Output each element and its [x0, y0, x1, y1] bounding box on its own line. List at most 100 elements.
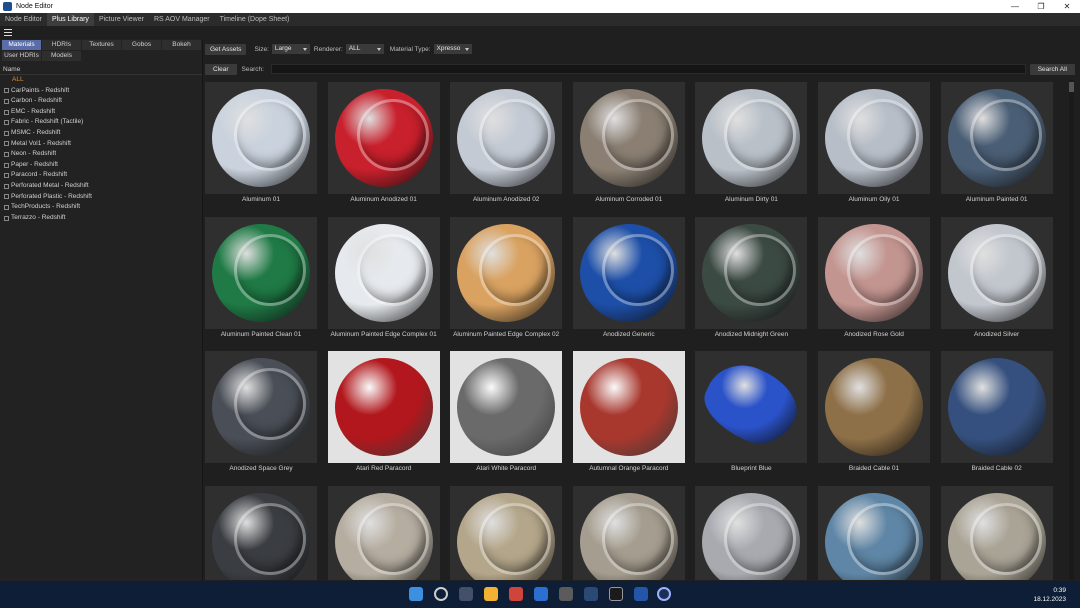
material-thumbnail[interactable]: [572, 216, 685, 329]
list-item[interactable]: Neon - Redshift: [0, 149, 202, 160]
material-thumbnail[interactable]: [450, 351, 563, 463]
list-item[interactable]: EMC - Redshift: [0, 107, 202, 118]
material-card[interactable]: Aluminum Anodized 02: [449, 80, 563, 206]
search-input[interactable]: [270, 64, 1026, 74]
expand-plus-icon[interactable]: [4, 215, 9, 221]
material-card[interactable]: Braided Cable 01: [817, 349, 931, 475]
material-card[interactable]: Braided Cable 02: [940, 349, 1054, 475]
list-item-all[interactable]: ALL: [0, 75, 202, 86]
list-item[interactable]: Paper - Redshift: [0, 160, 202, 171]
list-item[interactable]: Metal Vol1 - Redshift: [0, 139, 202, 150]
get-assets-button[interactable]: Get Assets: [205, 43, 247, 55]
list-item[interactable]: Perforated Metal - Redshift: [0, 181, 202, 192]
expand-plus-icon[interactable]: [4, 130, 9, 136]
size-dropdown[interactable]: Large: [271, 44, 310, 54]
scrollbar-thumb[interactable]: [1069, 82, 1074, 92]
list-item[interactable]: MSMC - Redshift: [0, 128, 202, 139]
material-card[interactable]: Aluminum Painted Clean 01: [204, 215, 318, 341]
expand-plus-icon[interactable]: [4, 183, 9, 189]
expand-plus-icon[interactable]: [4, 141, 9, 147]
material-thumbnail[interactable]: [327, 216, 440, 329]
material-thumbnail[interactable]: [205, 485, 317, 580]
renderer-dropdown[interactable]: ALL: [345, 44, 384, 54]
material-card[interactable]: [204, 484, 318, 580]
expand-plus-icon[interactable]: [4, 88, 9, 94]
restore-icon[interactable]: ❐: [1028, 0, 1054, 13]
file-explorer-icon[interactable]: [484, 587, 498, 601]
grid-scrollbar[interactable]: [1069, 80, 1074, 580]
gmail-icon[interactable]: [509, 587, 523, 601]
category-tab-textures[interactable]: Textures: [82, 40, 121, 50]
expand-plus-icon[interactable]: [4, 173, 9, 179]
expand-plus-icon[interactable]: [4, 120, 9, 126]
material-card[interactable]: [327, 484, 441, 580]
material-thumbnail[interactable]: [327, 485, 440, 580]
material-card[interactable]: Autumnal Orange Paracord: [572, 349, 686, 475]
material-thumbnail[interactable]: [940, 82, 1053, 194]
list-header-name[interactable]: Name: [0, 65, 202, 75]
material-thumbnail[interactable]: [940, 216, 1053, 329]
search-icon[interactable]: [434, 587, 448, 601]
expand-plus-icon[interactable]: [4, 162, 9, 168]
material-thumbnail[interactable]: [695, 351, 808, 463]
material-card[interactable]: Anodized Space Grey: [204, 349, 318, 475]
material-card[interactable]: Aluminum Corroded 01: [572, 80, 686, 206]
material-thumbnail[interactable]: [818, 216, 930, 329]
settings-icon[interactable]: [584, 587, 598, 601]
material-card[interactable]: Atari White Paracord: [449, 349, 563, 475]
material-card[interactable]: Blueprint Blue: [694, 349, 808, 475]
minimize-icon[interactable]: —: [1002, 0, 1028, 13]
material-card[interactable]: Anodized Silver: [940, 215, 1054, 341]
material-thumbnail[interactable]: [327, 351, 440, 463]
material-card[interactable]: Aluminum Painted Edge Complex 02: [449, 215, 563, 341]
windows-start-icon[interactable]: [409, 587, 423, 601]
unity-icon[interactable]: [609, 587, 623, 601]
tab-picture-viewer[interactable]: Picture Viewer: [94, 13, 149, 26]
material-thumbnail[interactable]: [572, 82, 685, 194]
material-thumbnail[interactable]: [205, 351, 317, 463]
expand-plus-icon[interactable]: [4, 194, 9, 200]
list-item[interactable]: TechProducts - Redshift: [0, 202, 202, 213]
material-card[interactable]: Anodized Generic: [572, 215, 686, 341]
material-card[interactable]: Aluminum Oily 01: [817, 80, 931, 206]
category-tab-gobos[interactable]: Gobos: [122, 40, 161, 50]
material-thumbnail[interactable]: [818, 82, 930, 194]
material-thumbnail[interactable]: [450, 485, 563, 580]
material-thumbnail[interactable]: [572, 485, 685, 580]
material-thumbnail[interactable]: [450, 216, 563, 329]
material-card[interactable]: Anodized Rose Gold: [817, 215, 931, 341]
material-thumbnail[interactable]: [450, 82, 563, 194]
list-item[interactable]: Perforated Plastic - Redshift: [0, 192, 202, 203]
material-card[interactable]: [572, 484, 686, 580]
expand-plus-icon[interactable]: [4, 204, 9, 210]
category-tab-bokeh[interactable]: Bokeh: [162, 40, 201, 50]
material-card[interactable]: Aluminum Dirty 01: [694, 80, 808, 206]
material-card[interactable]: Atari Red Paracord: [327, 349, 441, 475]
notion-icon[interactable]: [559, 587, 573, 601]
material-card[interactable]: [817, 484, 931, 580]
expand-plus-icon[interactable]: [4, 151, 9, 157]
clear-button[interactable]: Clear: [205, 63, 237, 75]
material-thumbnail[interactable]: [695, 82, 808, 194]
list-item[interactable]: Fabric - Redshift (Tactile): [0, 117, 202, 128]
tab-rs-aov-manager[interactable]: RS AOV Manager: [149, 13, 215, 26]
material-thumbnail[interactable]: [695, 485, 808, 580]
material-card[interactable]: Aluminum Painted Edge Complex 01: [327, 215, 441, 341]
material-thumbnail[interactable]: [940, 351, 1053, 463]
material-card[interactable]: [940, 484, 1054, 580]
expand-plus-icon[interactable]: [4, 98, 9, 104]
material-thumbnail[interactable]: [572, 351, 685, 463]
material-thumbnail[interactable]: [205, 82, 317, 194]
list-item[interactable]: Carbon - Redshift: [0, 96, 202, 107]
expand-plus-icon[interactable]: [4, 109, 9, 115]
category-tab-models[interactable]: Models: [42, 51, 81, 61]
material-thumbnail[interactable]: [205, 216, 317, 329]
list-item[interactable]: Terrazzo - Redshift: [0, 213, 202, 224]
hamburger-menu-icon[interactable]: [4, 29, 12, 36]
material-type-dropdown[interactable]: Xpresso: [433, 44, 472, 54]
material-card[interactable]: Aluminum Anodized 01: [327, 80, 441, 206]
close-icon[interactable]: ✕: [1054, 0, 1080, 13]
tab-node-editor[interactable]: Node Editor: [0, 13, 47, 26]
material-thumbnail[interactable]: [695, 216, 808, 329]
material-thumbnail[interactable]: [940, 485, 1053, 580]
